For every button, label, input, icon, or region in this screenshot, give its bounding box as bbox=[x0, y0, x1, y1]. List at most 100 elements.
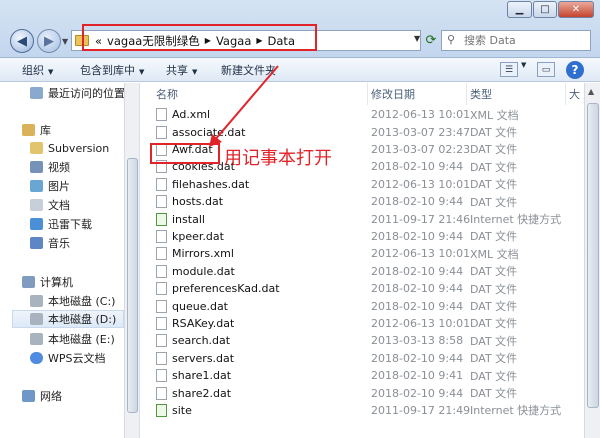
file-name: queue.dat bbox=[172, 299, 228, 313]
drive-icon bbox=[30, 295, 43, 307]
drive-icon bbox=[30, 313, 43, 325]
folder-icon bbox=[30, 142, 43, 154]
file-row[interactable]: search.dat 2013-03-13 8:58 DAT 文件 bbox=[141, 332, 584, 349]
address-highlight-box bbox=[82, 24, 317, 51]
refresh-icon[interactable]: ⟳ bbox=[420, 30, 442, 51]
file-date: 2012-06-13 10:01 bbox=[371, 316, 471, 330]
file-list-scrollbar[interactable]: ▲ bbox=[584, 83, 600, 438]
file-row[interactable]: kpeer.dat 2018-02-10 9:44 DAT 文件 bbox=[141, 228, 584, 245]
shortcut-file-icon bbox=[156, 212, 167, 226]
file-type: DAT 文件 bbox=[470, 126, 518, 140]
nav-xunlei[interactable]: 迅雷下载 bbox=[30, 215, 92, 233]
back-button[interactable]: ◀ bbox=[10, 29, 34, 53]
minimize-button[interactable]: ▁ bbox=[507, 1, 532, 18]
nav-scrollbar[interactable] bbox=[124, 83, 139, 438]
file-row[interactable]: module.dat 2018-02-10 9:44 DAT 文件 bbox=[141, 263, 584, 280]
file-type: DAT 文件 bbox=[470, 143, 518, 157]
file-type: DAT 文件 bbox=[470, 265, 518, 279]
file-date: 2012-06-13 10:01 bbox=[371, 247, 471, 261]
file-type: DAT 文件 bbox=[470, 230, 518, 244]
file-row[interactable]: servers.dat 2018-02-10 9:44 DAT 文件 bbox=[141, 350, 584, 367]
organize-button[interactable]: 组织 ▼ bbox=[22, 62, 53, 78]
file-date: 2018-02-10 9:44 bbox=[371, 229, 464, 243]
file-icon bbox=[156, 299, 167, 313]
file-row[interactable]: share2.dat 2018-02-10 9:44 DAT 文件 bbox=[141, 384, 584, 401]
chevron-down-icon: ▼ bbox=[192, 68, 198, 76]
library-icon bbox=[22, 124, 35, 136]
file-name: Mirrors.xml bbox=[172, 247, 234, 261]
file-row[interactable]: preferencesKad.dat 2018-02-10 9:44 DAT 文件 bbox=[141, 280, 584, 297]
file-row[interactable]: site 2011-09-17 21:49 Internet 快捷方式 bbox=[141, 402, 584, 419]
network-icon bbox=[22, 390, 35, 402]
column-header-name[interactable]: 名称 bbox=[153, 83, 368, 105]
file-icon bbox=[156, 282, 167, 296]
nav-network[interactable]: 网络 bbox=[22, 387, 62, 405]
file-name: install bbox=[172, 212, 205, 226]
file-date: 2013-03-07 02:23 bbox=[371, 142, 471, 156]
nav-drive-c[interactable]: 本地磁盘 (C:) bbox=[30, 292, 115, 310]
file-name: module.dat bbox=[172, 264, 235, 278]
file-type: Internet 快捷方式 bbox=[470, 404, 562, 418]
search-input[interactable] bbox=[442, 31, 562, 50]
nav-subversion[interactable]: Subversion bbox=[30, 139, 109, 157]
file-row[interactable]: filehashes.dat 2012-06-13 10:01 DAT 文件 bbox=[141, 176, 584, 193]
file-date: 2018-02-10 9:44 bbox=[371, 264, 464, 278]
file-row[interactable]: hosts.dat 2018-02-10 9:44 DAT 文件 bbox=[141, 193, 584, 210]
documents-icon bbox=[30, 199, 43, 211]
video-icon bbox=[30, 161, 43, 173]
file-name: hosts.dat bbox=[172, 195, 224, 209]
file-row[interactable]: Ad.xml 2012-06-13 10:01 XML 文档 bbox=[141, 106, 584, 123]
file-row[interactable]: RSAKey.dat 2012-06-13 10:01 DAT 文件 bbox=[141, 315, 584, 332]
file-icon bbox=[156, 247, 167, 261]
file-name: kpeer.dat bbox=[172, 229, 224, 243]
nav-recent[interactable]: 最近访问的位置 bbox=[30, 84, 125, 102]
file-name: Ad.xml bbox=[172, 108, 211, 122]
music-icon bbox=[30, 237, 43, 249]
arrow-right-icon: ▶ bbox=[44, 33, 54, 49]
file-row[interactable]: associate.dat 2013-03-07 23:47 DAT 文件 bbox=[141, 123, 584, 140]
file-list-scrollbar-thumb[interactable] bbox=[587, 103, 599, 408]
view-dropdown[interactable]: ▼ bbox=[521, 61, 526, 69]
nav-drive-e[interactable]: 本地磁盘 (E:) bbox=[30, 330, 115, 348]
preview-pane-icon[interactable]: ▭ bbox=[537, 62, 555, 77]
forward-button[interactable]: ▶ bbox=[37, 29, 61, 53]
recent-places-icon bbox=[30, 87, 43, 99]
nav-documents[interactable]: 文档 bbox=[30, 196, 70, 214]
nav-drive-d[interactable]: 本地磁盘 (D:) bbox=[12, 310, 124, 328]
file-date: 2018-02-10 9:44 bbox=[371, 160, 464, 174]
recent-pages-dropdown[interactable]: ▼ bbox=[62, 37, 68, 46]
file-row[interactable]: Mirrors.xml 2012-06-13 10:01 XML 文档 bbox=[141, 245, 584, 262]
arrow-left-icon: ◀ bbox=[17, 33, 27, 49]
nav-computer[interactable]: 计算机 bbox=[22, 273, 73, 291]
column-header-type[interactable]: 类型 bbox=[467, 83, 566, 105]
nav-pictures[interactable]: 图片 bbox=[30, 177, 70, 195]
download-icon bbox=[30, 218, 43, 230]
close-button[interactable]: ✕ bbox=[558, 1, 594, 18]
nav-library[interactable]: 库 bbox=[22, 121, 51, 139]
include-in-library-button[interactable]: 包含到库中 ▼ bbox=[80, 62, 144, 78]
file-icon bbox=[156, 264, 167, 278]
nav-wps[interactable]: WPS云文档 bbox=[30, 349, 106, 367]
computer-icon bbox=[22, 276, 35, 288]
file-icon bbox=[156, 108, 167, 122]
nav-music[interactable]: 音乐 bbox=[30, 234, 70, 252]
nav-video[interactable]: 视频 bbox=[30, 158, 70, 176]
file-highlight-box bbox=[150, 143, 220, 164]
search-box[interactable]: ⚲ bbox=[441, 30, 591, 51]
file-type: DAT 文件 bbox=[470, 369, 518, 383]
column-header-date[interactable]: 修改日期 bbox=[368, 83, 467, 105]
maximize-button[interactable]: □ bbox=[533, 1, 557, 18]
view-options-icon[interactable]: ☰ bbox=[500, 62, 518, 77]
file-row[interactable]: queue.dat 2018-02-10 9:44 DAT 文件 bbox=[141, 297, 584, 314]
share-button[interactable]: 共享 ▼ bbox=[166, 62, 197, 78]
scroll-up-icon[interactable]: ▲ bbox=[588, 87, 594, 96]
file-row[interactable]: install 2011-09-17 21:46 Internet 快捷方式 bbox=[141, 210, 584, 227]
nav-scrollbar-thumb[interactable] bbox=[127, 158, 138, 413]
help-icon[interactable]: ? bbox=[566, 61, 584, 79]
column-header-size[interactable]: 大 bbox=[566, 83, 584, 105]
file-row[interactable]: share1.dat 2018-02-10 9:41 DAT 文件 bbox=[141, 367, 584, 384]
file-name: share1.dat bbox=[172, 369, 232, 383]
chevron-down-icon: ▼ bbox=[48, 68, 54, 76]
new-folder-button[interactable]: 新建文件夹 bbox=[221, 62, 276, 78]
search-icon[interactable]: ⚲ bbox=[447, 33, 455, 46]
